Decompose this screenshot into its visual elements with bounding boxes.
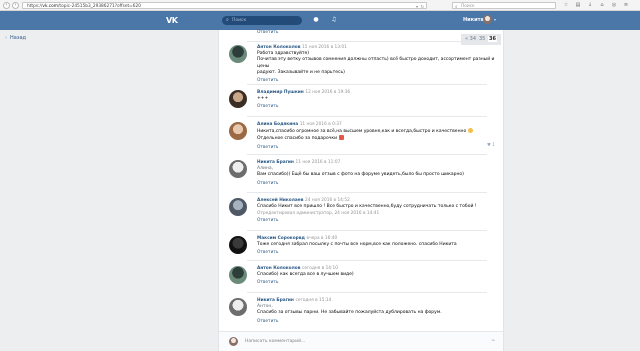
author-name[interactable]: Антон Колоколов: [257, 45, 300, 50]
download-icon[interactable]: ↓: [587, 2, 593, 8]
star-icon[interactable]: ☆: [563, 2, 569, 8]
post-text: Спасибо) как всегда все в лучшем виде): [257, 272, 354, 277]
site-header: VK ⌕ Поиск ● ♫ Никита ▾: [0, 11, 640, 30]
reply-link[interactable]: Ответить: [257, 145, 497, 150]
avatar[interactable]: [229, 160, 247, 178]
post-text: Никита,спасибо огромное за всё,на высшем…: [257, 128, 497, 143]
post-date[interactable]: 12 ноя 2016 в 19:36: [305, 90, 350, 95]
pagination: « 34 35 36: [461, 34, 501, 45]
search-placeholder: Поиск: [461, 4, 475, 9]
post-text: Алина, Вам спасибо)) Ещё бы ваш отзыв с …: [257, 166, 464, 178]
reply-link[interactable]: Ответить: [257, 218, 497, 223]
back-icon[interactable]: ‹: [3, 2, 10, 9]
url-host: vk.com: [42, 4, 58, 9]
author-name[interactable]: Алина Бодякина: [257, 122, 298, 127]
reply-link[interactable]: Ответить: [257, 181, 497, 186]
author-name[interactable]: Владимир Пушкин: [257, 90, 304, 95]
reply-link[interactable]: Ответить: [257, 250, 497, 255]
home-icon[interactable]: ⌂: [599, 2, 605, 8]
like-count: 1: [492, 143, 495, 148]
music-icon[interactable]: ♫: [330, 16, 338, 24]
heart-icon: ♥: [487, 143, 491, 148]
avatar[interactable]: [229, 236, 247, 254]
avatar[interactable]: [229, 122, 247, 140]
avatar[interactable]: [229, 198, 247, 216]
post-text: Антон, Спасибо за отзывы парни. Не забыв…: [257, 304, 442, 316]
page-current: 36: [488, 36, 497, 42]
reload-icon[interactable]: ↻: [421, 4, 424, 9]
chevron-down-icon[interactable]: ▾: [494, 17, 496, 22]
avatar: [229, 337, 238, 346]
url-prefix: https://: [27, 4, 43, 9]
dropdown-icon[interactable]: ▾: [416, 4, 418, 9]
reply-link[interactable]: Ответить: [257, 280, 497, 285]
author-name[interactable]: Алексей Николаев: [257, 198, 303, 203]
post-date[interactable]: сегодня в 14:10: [302, 266, 338, 271]
author-name[interactable]: Максим Сорокорвд: [257, 236, 305, 241]
search-icon: ⌕: [455, 4, 458, 10]
avatar[interactable]: [229, 45, 247, 63]
avatar[interactable]: [229, 298, 247, 316]
edited-note: Отредактировал администратор, 24 ноя 201…: [257, 211, 380, 217]
post-text: Тоже сегодня забрал посылку с почты все …: [257, 242, 457, 247]
reply-link[interactable]: Ответить: [257, 104, 497, 109]
post-text: Спасибо Никит все пришло ! Все быстро и …: [257, 204, 477, 209]
search-placeholder: Поиск: [232, 18, 247, 23]
post-date[interactable]: вчера в 16:40: [307, 236, 338, 241]
user-name[interactable]: Никита: [463, 17, 484, 23]
site-search-input[interactable]: ⌕ Поиск: [222, 16, 302, 25]
author-name[interactable]: Антон Колоколов: [257, 266, 300, 271]
bell-icon[interactable]: ●: [312, 16, 320, 24]
attach-icon[interactable]: ⌁: [491, 337, 495, 344]
post-date[interactable]: 11 ноя 2016 в 11:07: [296, 160, 341, 165]
url-path: /topic-24515b3_29386271?offset=620: [57, 4, 141, 9]
menu-icon[interactable]: ≡: [623, 2, 629, 8]
forward-icon[interactable]: ›: [12, 2, 19, 9]
avatar[interactable]: [483, 15, 492, 24]
like-button[interactable]: ♥ 1: [487, 143, 495, 148]
topic-comments: Ответить Антон Колоколов 15 ноя 2016 в 1…: [218, 30, 504, 351]
page-35[interactable]: 35: [479, 36, 485, 42]
avatar[interactable]: [229, 90, 247, 108]
sync-icon[interactable]: ◎: [611, 2, 617, 8]
post-text: Работа здравствуйте) Почитав эту ветку о…: [257, 51, 495, 75]
comment-input[interactable]: Написать комментарий...: [245, 339, 305, 344]
author-name[interactable]: Никита Брагин: [257, 160, 294, 165]
vk-logo[interactable]: VK: [166, 16, 180, 25]
author-name[interactable]: Никита Брагин: [257, 298, 294, 303]
comment-composer: Написать комментарий... ⌁: [218, 331, 504, 351]
back-link[interactable]: ‹ Назад: [5, 35, 26, 41]
reply-link[interactable]: Ответить: [257, 319, 497, 324]
browser-search-input[interactable]: ⌕ Поиск: [452, 2, 556, 10]
post-date[interactable]: сегодня в 15:14: [296, 298, 332, 303]
address-bar[interactable]: https://vk.com/topic-24515b3_29386271?of…: [22, 2, 427, 9]
reply-link[interactable]: Ответить: [257, 30, 278, 35]
emoji-icon: [467, 128, 473, 133]
gift-icon: [338, 135, 344, 141]
back-label: Назад: [10, 35, 27, 41]
post-text: +++: [257, 96, 269, 101]
page-prev[interactable]: « 34: [465, 36, 476, 42]
chevron-left-icon: ‹: [5, 35, 7, 41]
post-date[interactable]: 24 ноя 2016 в 14:52: [305, 198, 350, 203]
post-date[interactable]: 15 ноя 2016 в 13:01: [302, 45, 347, 50]
library-icon[interactable]: ▤: [575, 2, 581, 8]
post-date[interactable]: 11 ноя 2016 в 0:37: [300, 122, 342, 127]
avatar[interactable]: [229, 266, 247, 284]
browser-toolbar: ‹ › https://vk.com/topic-24515b3_2938627…: [0, 0, 640, 11]
reply-link[interactable]: Ответить: [257, 78, 497, 83]
search-icon: ⌕: [226, 17, 229, 23]
